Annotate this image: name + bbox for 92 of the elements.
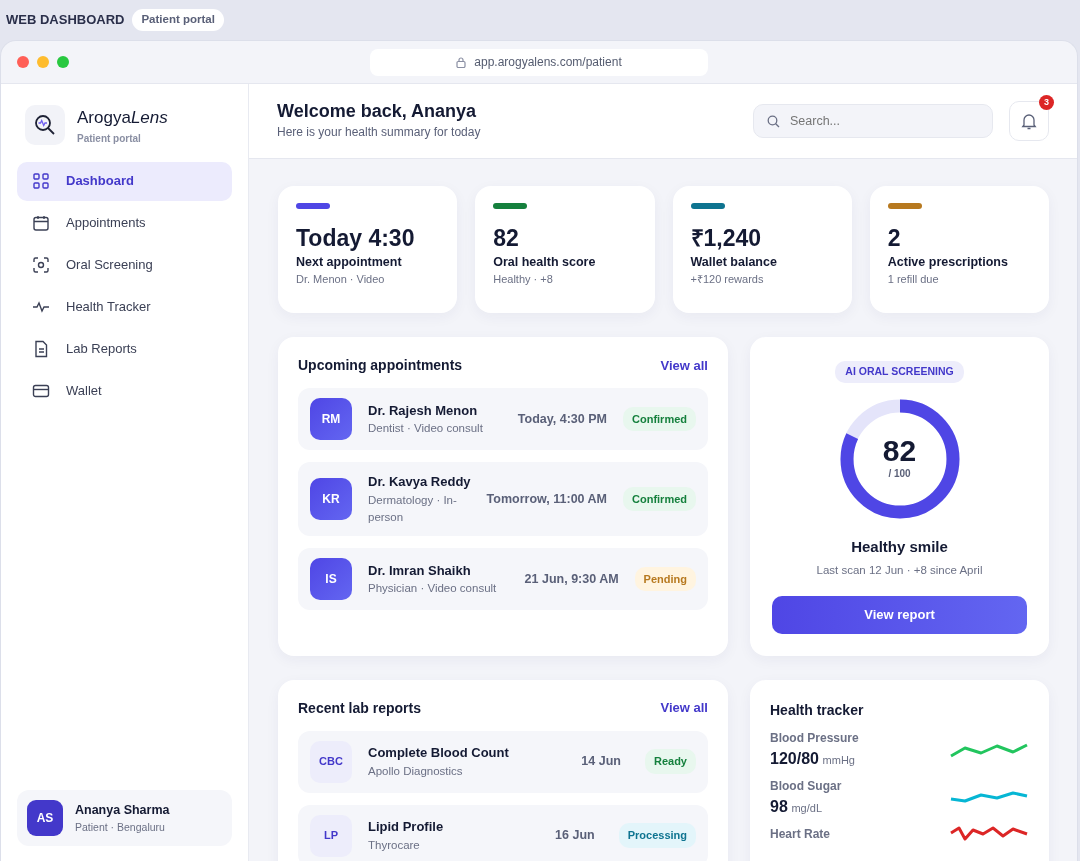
appointment-type: Dermatology · In-person bbox=[368, 492, 458, 525]
view-all-link[interactable]: View all bbox=[660, 698, 708, 718]
report-code: LP bbox=[310, 814, 352, 857]
card-title: Upcoming appointments bbox=[298, 356, 463, 375]
search-field[interactable]: Search... bbox=[753, 104, 993, 138]
document-icon bbox=[32, 340, 50, 358]
report-date: 16 Jun bbox=[555, 827, 595, 845]
sidebar-item[interactable]: Dashboard bbox=[17, 161, 232, 201]
maximize-window-button[interactable] bbox=[57, 56, 69, 68]
appointment-type: Dentist · Video consult bbox=[368, 421, 484, 437]
brand-subtitle: Patient portal bbox=[77, 131, 142, 146]
status-badge: Confirmed bbox=[623, 406, 696, 432]
card-title: Recent lab reports bbox=[298, 698, 421, 718]
lock-icon bbox=[456, 56, 467, 68]
sidebar-item[interactable]: Oral Screening bbox=[17, 245, 232, 285]
app-title: WEB DASHBOARD bbox=[6, 11, 125, 30]
search-icon bbox=[767, 115, 780, 128]
appointment-time: Tomorrow, 11:00 AM bbox=[486, 490, 607, 508]
doctor-avatar: IS bbox=[310, 558, 352, 600]
sidebar-item[interactable]: Appointments bbox=[17, 203, 232, 243]
stat-detail: Dr. Menon · Video bbox=[296, 272, 386, 288]
address-bar[interactable]: app.arogyalens.com/patient bbox=[370, 48, 708, 76]
view-report-button[interactable]: View report bbox=[772, 595, 1027, 634]
close-window-button[interactable] bbox=[17, 56, 29, 68]
stat-value: ₹1,240 bbox=[690, 225, 763, 253]
metric-label: Blood Pressure bbox=[770, 729, 859, 747]
sidebar-item[interactable]: Wallet bbox=[17, 371, 232, 411]
logo-icon bbox=[25, 105, 65, 146]
user-card[interactable]: AS Ananya Sharma Patient · Bengaluru bbox=[17, 790, 232, 846]
metric-label: Heart Rate bbox=[770, 825, 831, 843]
card-title: Health tracker bbox=[770, 700, 865, 720]
welcome-title: Welcome back, Ananya bbox=[277, 101, 478, 123]
card-icon bbox=[32, 382, 50, 400]
calendar-icon bbox=[32, 214, 50, 232]
stat-label: Wallet balance bbox=[690, 253, 778, 271]
doctor-avatar: KR bbox=[310, 478, 352, 520]
metric-value: 98 bbox=[770, 797, 788, 815]
appointment-type: Physician · Video consult bbox=[368, 581, 498, 597]
status-badge: Pending bbox=[634, 566, 696, 592]
notifications-button[interactable] bbox=[1009, 101, 1049, 141]
report-name: Complete Blood Count bbox=[368, 744, 510, 763]
brand-name: ArogyaLens bbox=[77, 107, 168, 129]
status-badge: Confirmed bbox=[623, 486, 696, 512]
score-value: 82 bbox=[882, 436, 917, 467]
stat-detail: +₹120 rewards bbox=[690, 272, 765, 288]
metric-unit: mmHg bbox=[822, 753, 855, 766]
user-role: Patient · Bengaluru bbox=[75, 819, 166, 835]
welcome-subtitle: Here is your health summary for today bbox=[277, 123, 482, 141]
lab-name: Apollo Diagnostics bbox=[368, 763, 464, 779]
stat-detail: Healthy · +8 bbox=[493, 272, 554, 288]
stat-label: Oral health score bbox=[493, 253, 597, 271]
view-all-link[interactable]: View all bbox=[660, 355, 708, 376]
stat-value: 82 bbox=[493, 225, 520, 253]
portal-tag: Patient portal bbox=[132, 9, 224, 31]
appointment-time: 21 Jun, 9:30 AM bbox=[524, 570, 619, 588]
screening-detail: Last scan 12 Jun · +8 since April bbox=[816, 563, 983, 579]
stat-label: Next appointment bbox=[296, 253, 403, 271]
screening-result: Healthy smile bbox=[851, 536, 948, 557]
doctor-name: Dr. Kavya Reddy bbox=[368, 473, 471, 491]
doctor-name: Dr. Imran Shaikh bbox=[368, 561, 472, 580]
screening-tag: AI ORAL SCREENING bbox=[835, 361, 964, 383]
scan-icon bbox=[32, 256, 50, 274]
appointment-time: Today, 4:30 PM bbox=[517, 410, 607, 428]
user-avatar: AS bbox=[27, 800, 63, 836]
stat-value: Today 4:30 bbox=[296, 225, 416, 253]
lab-name: Thyrocare bbox=[368, 837, 421, 853]
sidebar-item[interactable]: Lab Reports bbox=[17, 329, 232, 369]
sidebar-item[interactable]: Health Tracker bbox=[17, 287, 232, 327]
metric-label: Blood Sugar bbox=[770, 777, 842, 795]
minimize-window-button[interactable] bbox=[37, 56, 49, 68]
doctor-name: Dr. Rajesh Menon bbox=[368, 401, 479, 420]
metric-value: 120/80 bbox=[770, 749, 819, 767]
stat-label: Active prescriptions bbox=[887, 253, 1009, 271]
report-code: CBC bbox=[310, 740, 352, 783]
appointment-row[interactable]: RM Dr. Rajesh Menon Dentist · Video consult Today, 4:30 PM Confirmed bbox=[298, 388, 708, 450]
appointment-row[interactable]: IS Dr. Imran Shaikh Physician · Video consult 21 Jun, 9:30 AM Pending bbox=[298, 548, 708, 610]
lab-report-row[interactable]: CBC Complete Blood Count Apollo Diagnostics 14 Jun Ready bbox=[298, 730, 708, 793]
bell-icon bbox=[1021, 112, 1037, 130]
status-badge: Ready bbox=[644, 749, 696, 774]
lab-report-row[interactable]: LP Lipid Profile Thyrocare 16 Jun Processing bbox=[298, 804, 708, 861]
stat-detail: 1 refill due bbox=[887, 272, 940, 288]
metric-unit: mg/dL bbox=[791, 801, 822, 814]
notification-count: 3 bbox=[1039, 95, 1054, 110]
status-badge: Processing bbox=[618, 823, 696, 848]
user-name: Ananya Sharma bbox=[75, 801, 170, 819]
appointment-row[interactable]: KR Dr. Kavya Reddy Dermatology · In-person Tomorrow, 11:00 AM Confirmed bbox=[298, 462, 708, 536]
report-name: Lipid Profile bbox=[368, 818, 445, 837]
doctor-avatar: RM bbox=[310, 398, 352, 440]
report-date: 14 Jun bbox=[581, 753, 621, 771]
grid-icon bbox=[32, 172, 50, 190]
stat-value: 2 bbox=[887, 225, 902, 253]
score-max: / 100 bbox=[888, 467, 911, 482]
